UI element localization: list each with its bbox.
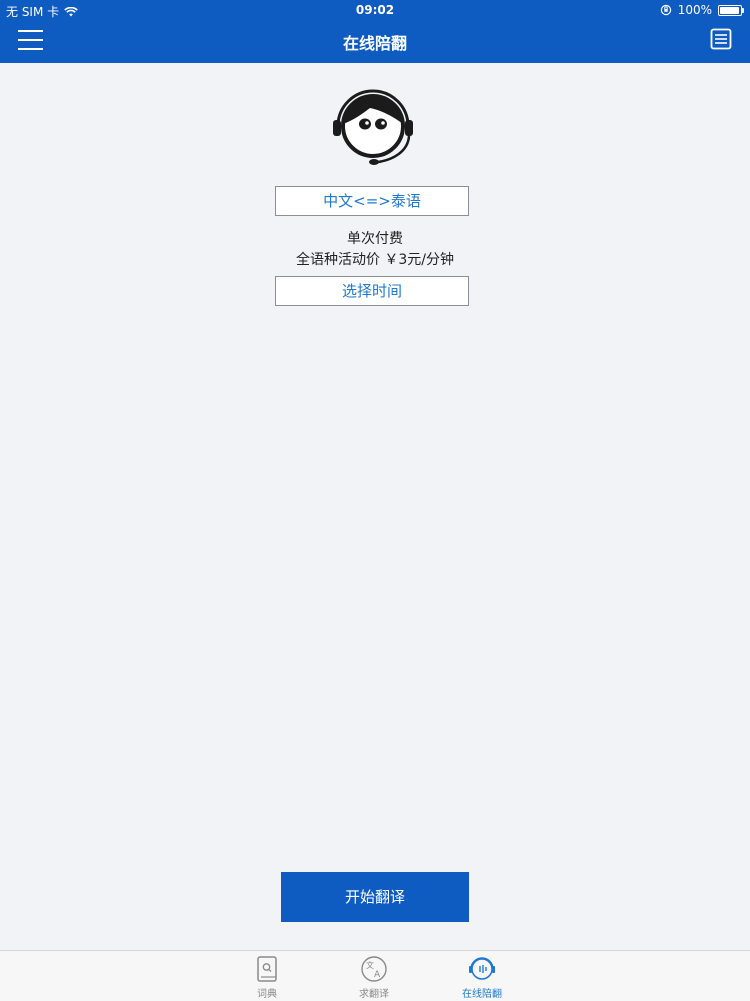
payment-type: 单次付费 (347, 231, 403, 247)
tab-request-translation[interactable]: 文 A 求翻译 (344, 955, 404, 1000)
translate-icon: 文 A (361, 956, 387, 982)
status-bar: 无 SIM 卡 09:02 100% (0, 0, 750, 20)
tab-request-translation-label: 求翻译 (359, 989, 389, 1000)
orientation-lock-icon (660, 4, 671, 16)
svg-text:文: 文 (366, 960, 374, 970)
start-translation-button[interactable]: 开始翻译 (281, 872, 469, 922)
page-title: 在线陪翻 (342, 34, 407, 53)
interpreter-avatar-icon (333, 89, 413, 165)
status-right: 100% (660, 3, 744, 17)
tab-online-interpreter-label: 在线陪翻 (462, 989, 502, 1000)
online-interpreter-icon (469, 957, 495, 980)
battery-icon (718, 4, 744, 16)
tab-dictionary[interactable]: 词典 (237, 955, 297, 1000)
select-time-button[interactable]: 选择时间 (275, 276, 469, 306)
tab-dictionary-label: 词典 (257, 989, 277, 1000)
top-bar: 无 SIM 卡 09:02 100% 在线陪翻 (0, 0, 750, 63)
language-pair-button[interactable]: 中文<=>泰语 (275, 186, 469, 216)
dictionary-icon (257, 956, 277, 982)
svg-text:A: A (374, 970, 381, 980)
battery-percent: 100% (677, 3, 712, 17)
price-line: 全语种活动价 ￥3元/分钟 (295, 252, 455, 268)
status-time: 09:02 (355, 3, 395, 17)
tab-online-interpreter[interactable]: 在线陪翻 (452, 955, 512, 1000)
notes-icon[interactable] (710, 28, 732, 50)
tab-bar: 词典 文 A 求翻译 在线陪翻 (0, 950, 750, 1001)
